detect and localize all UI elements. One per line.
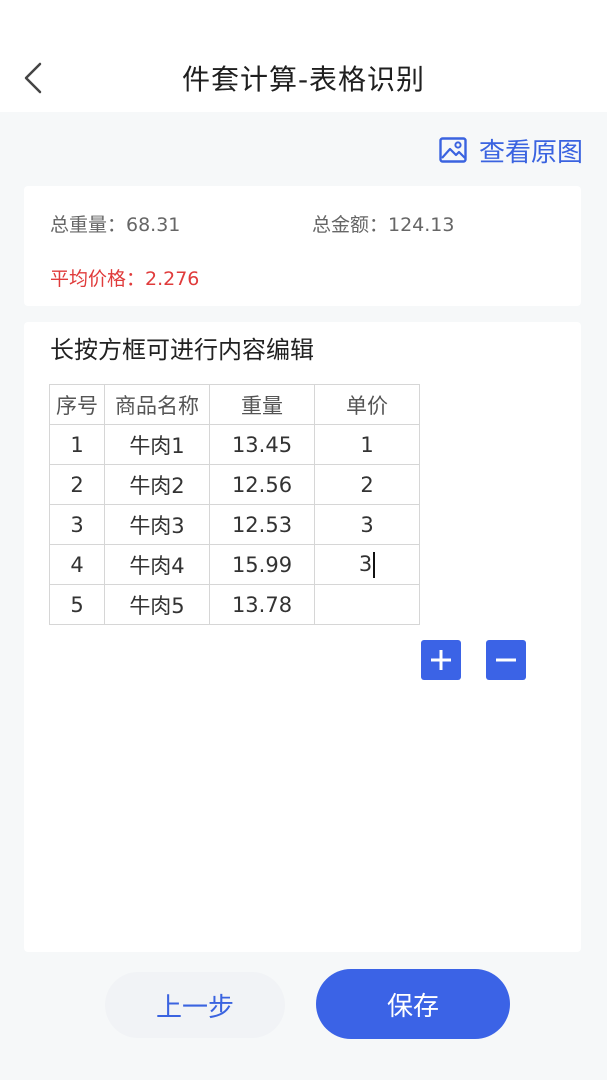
table-cell[interactable]: 3 <box>314 504 420 545</box>
table-cell[interactable]: 2 <box>49 464 105 505</box>
total-weight: 总重量：68.31 <box>50 214 181 236</box>
table-row: 3 牛肉3 12.53 3 <box>49 504 420 545</box>
table-cell[interactable]: 5 <box>49 584 105 625</box>
plus-icon <box>431 650 451 670</box>
navigation-bar: 件套计算-表格识别 <box>0 0 607 112</box>
text-cursor <box>373 551 376 578</box>
previous-step-button[interactable]: 上一步 <box>105 972 285 1038</box>
save-button[interactable]: 保存 <box>316 969 510 1039</box>
table-row: 5 牛肉5 13.78 <box>49 584 420 625</box>
column-header-unit-price: 单价 <box>314 384 420 425</box>
table-row: 2 牛肉2 12.56 2 <box>49 464 420 505</box>
total-amount: 总金额：124.13 <box>312 214 455 236</box>
table-cell[interactable]: 1 <box>49 424 105 465</box>
table-editor-card: 长按方框可进行内容编辑 序号 商品名称 重量 单价 1 牛肉1 13.45 1 … <box>24 322 581 952</box>
cell-value: 3 <box>358 551 373 576</box>
add-row-button[interactable] <box>421 640 461 680</box>
table-cell[interactable]: 3 <box>49 504 105 545</box>
table-cell[interactable]: 15.99 <box>209 544 315 585</box>
table-row: 1 牛肉1 13.45 1 <box>49 424 420 465</box>
table-cell[interactable]: 牛肉2 <box>104 464 210 505</box>
average-price: 平均价格：2.276 <box>50 268 200 290</box>
column-header-name: 商品名称 <box>104 384 210 425</box>
table-cell[interactable]: 牛肉4 <box>104 544 210 585</box>
page-title: 件套计算-表格识别 <box>181 63 426 96</box>
table-cell[interactable]: 2 <box>314 464 420 505</box>
table-header-row: 序号 商品名称 重量 单价 <box>49 384 420 425</box>
table-cell[interactable]: 牛肉1 <box>104 424 210 465</box>
table-cell[interactable]: 12.56 <box>209 464 315 505</box>
table-cell[interactable] <box>314 584 420 625</box>
view-original-button[interactable]: 查看原图 <box>439 130 583 170</box>
table-cell[interactable]: 13.45 <box>209 424 315 465</box>
table-cell[interactable]: 4 <box>49 544 105 585</box>
column-header-index: 序号 <box>49 384 105 425</box>
table-cell[interactable]: 1 <box>314 424 420 465</box>
table-cell[interactable]: 牛肉3 <box>104 504 210 545</box>
view-original-label: 查看原图 <box>478 137 583 168</box>
table-row: 4 牛肉4 15.99 3 <box>49 544 420 585</box>
summary-card: 总重量：68.31 总金额：124.13 平均价格：2.276 <box>24 186 581 306</box>
remove-row-button[interactable] <box>486 640 526 680</box>
goods-table: 序号 商品名称 重量 单价 1 牛肉1 13.45 1 2 牛肉2 12.56 … <box>49 384 420 625</box>
table-cell[interactable]: 牛肉5 <box>104 584 210 625</box>
table-cell-editing[interactable]: 3 <box>314 544 420 585</box>
table-cell[interactable]: 12.53 <box>209 504 315 545</box>
edit-hint: 长按方框可进行内容编辑 <box>50 336 314 364</box>
minus-icon <box>496 658 516 662</box>
table-cell[interactable]: 13.78 <box>209 584 315 625</box>
column-header-weight: 重量 <box>209 384 315 425</box>
image-icon <box>439 137 467 163</box>
